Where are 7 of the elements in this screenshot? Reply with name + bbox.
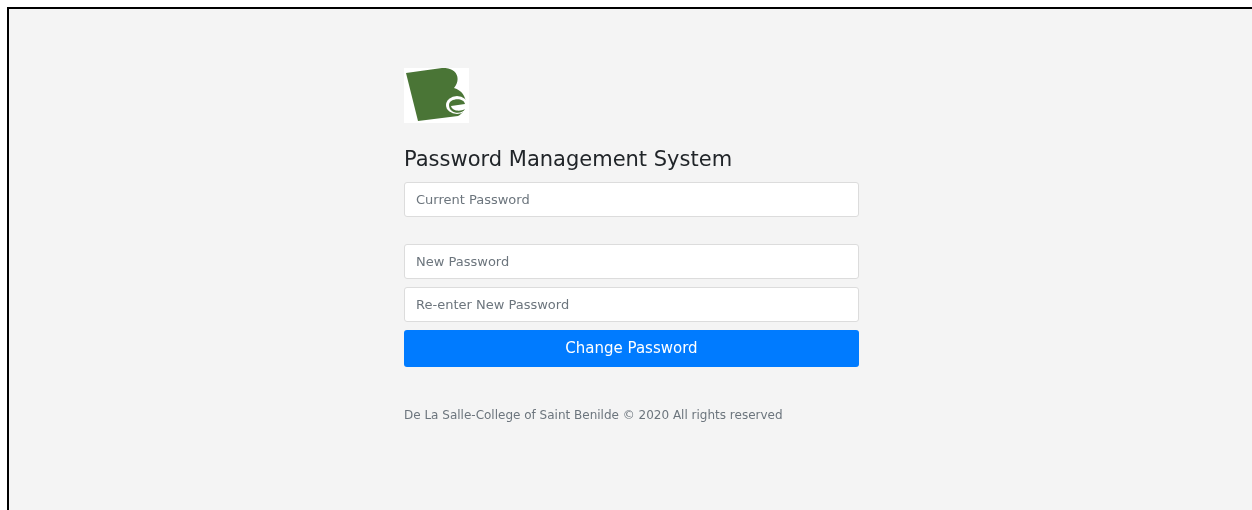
copyright-text: De La Salle-College of Saint Benilde © 2020 All rights reserved [404,407,784,424]
page-title: Password Management System [404,146,734,173]
current-password-field[interactable]: Current Password [404,182,859,217]
password-field[interactable]: Re-enter New Password [404,287,859,322]
password-field[interactable]: New Password [404,244,859,279]
logo-icon [404,68,469,123]
change-password-button[interactable]: Change Password [404,330,859,367]
